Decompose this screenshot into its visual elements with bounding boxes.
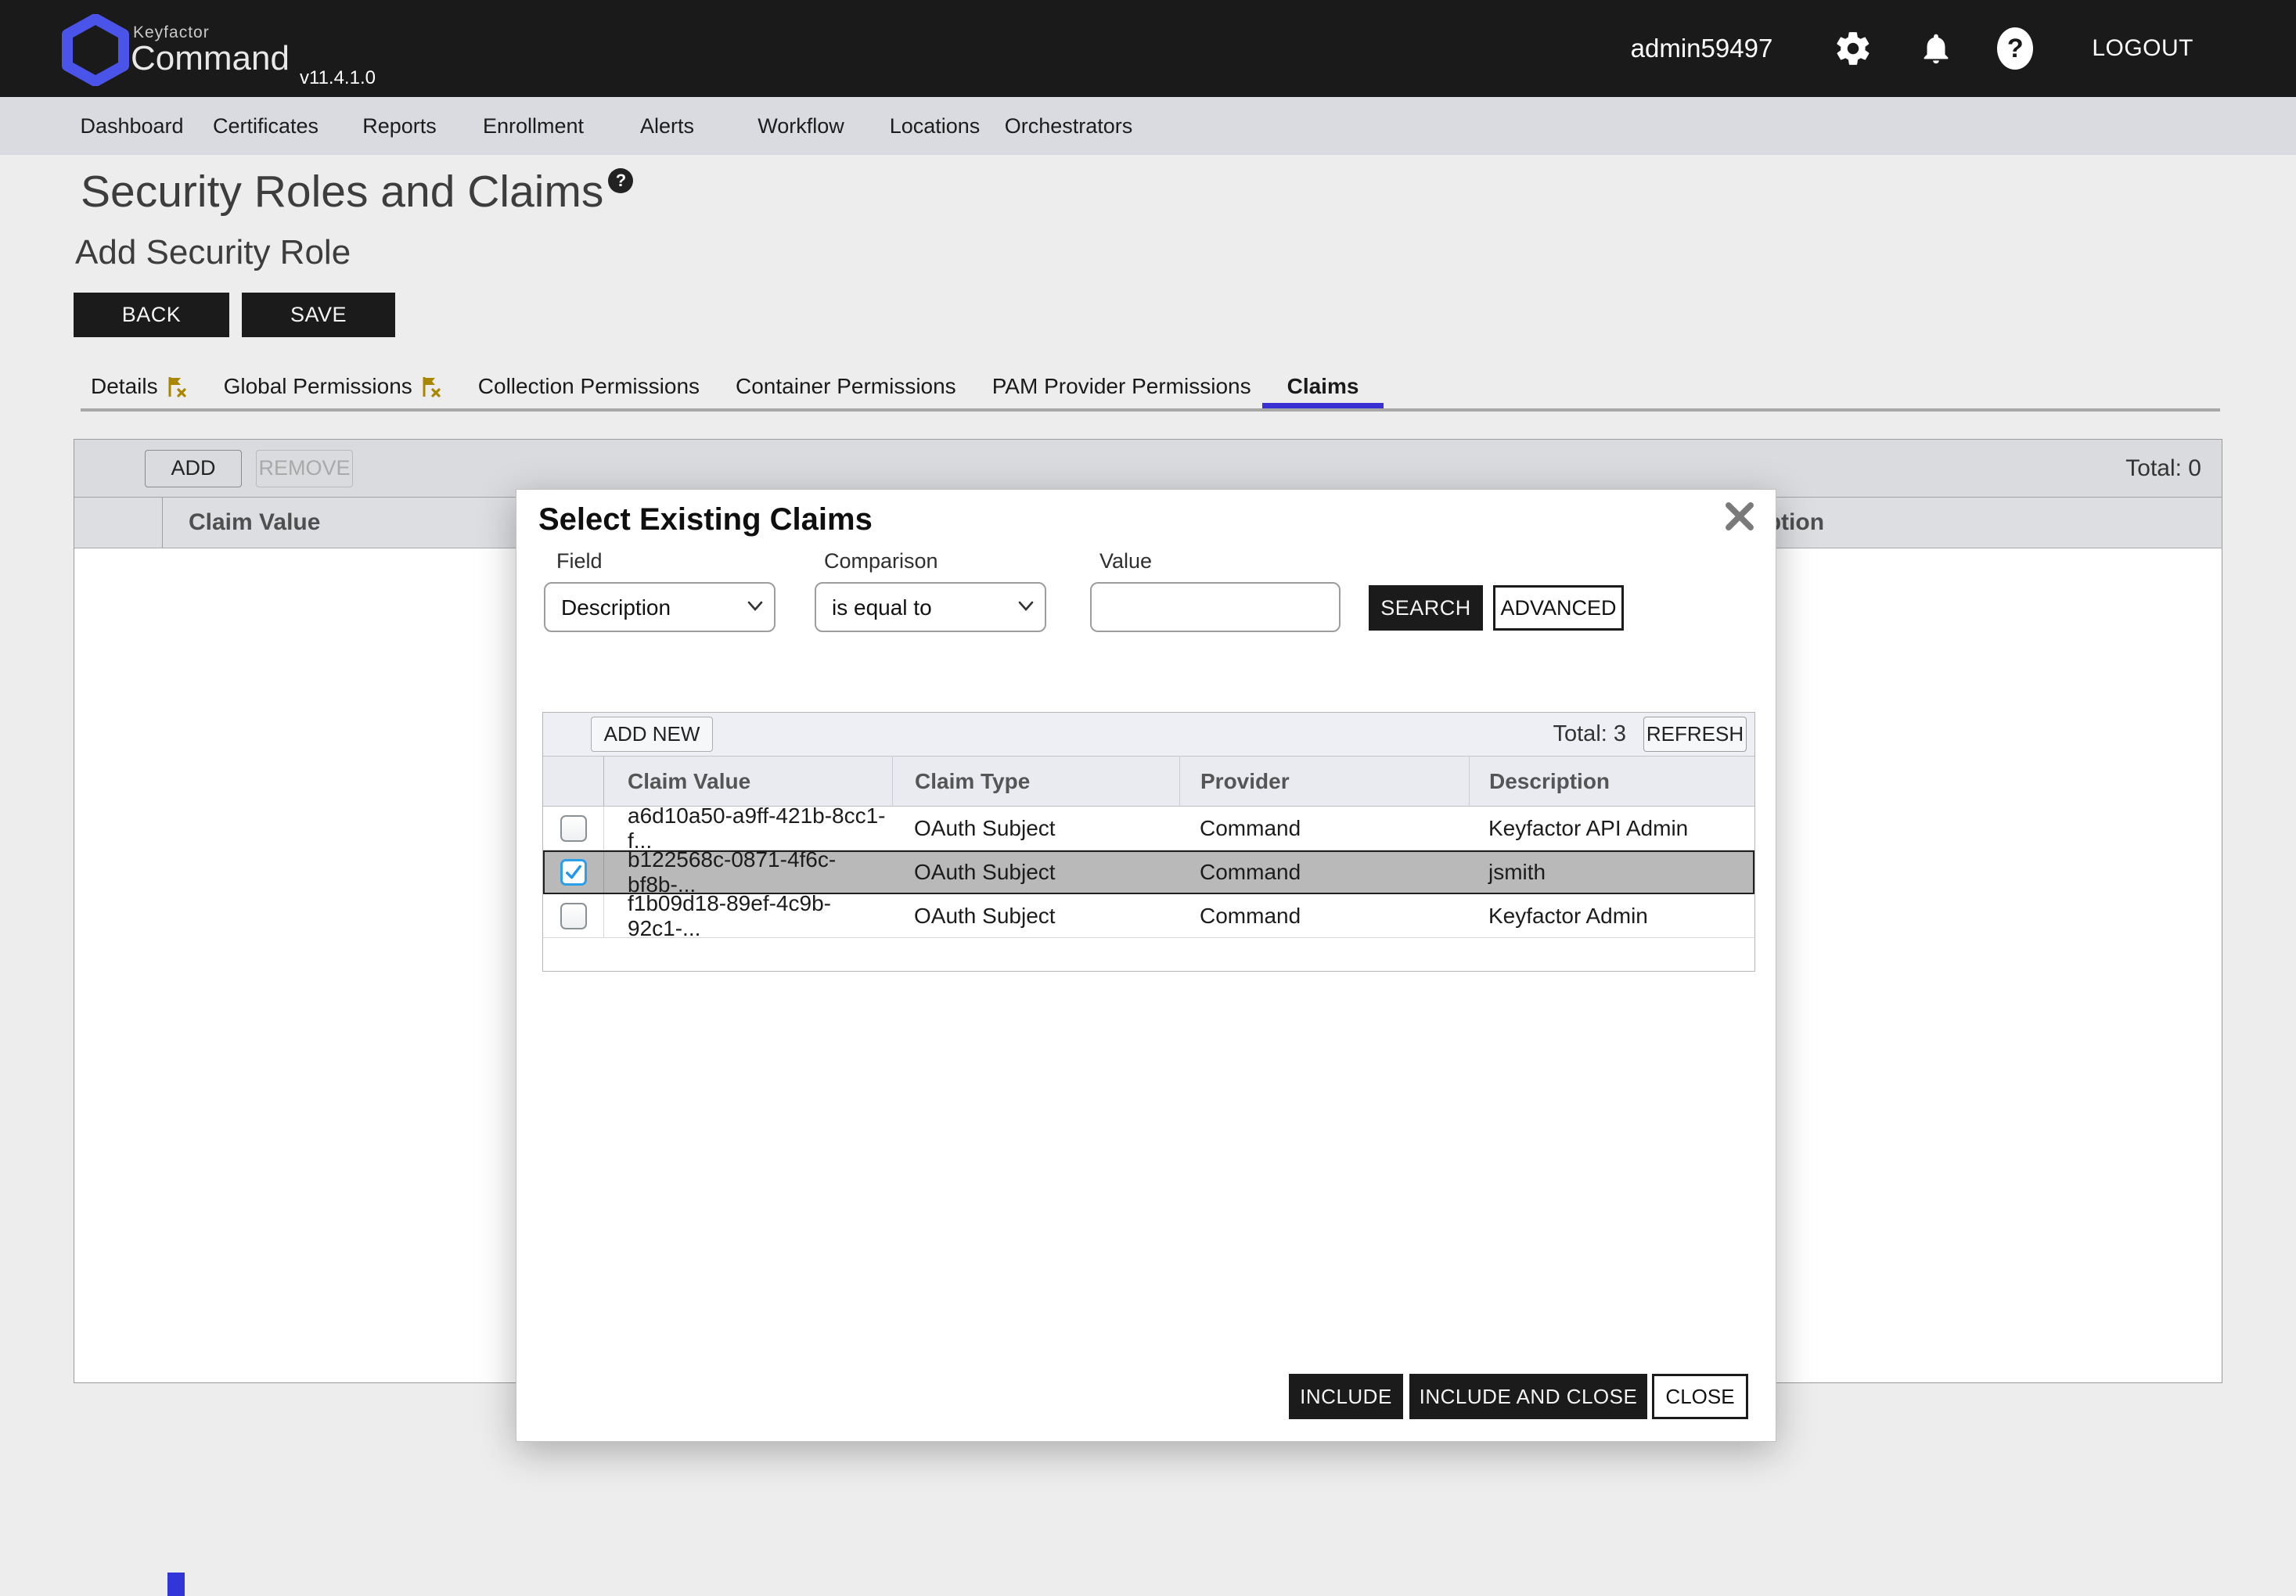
cell-claim-value: f1b09d18-89ef-4c9b-92c1-...: [604, 894, 892, 937]
keyfactor-logo-icon: [61, 14, 130, 86]
existing-claims-table: ADD NEW Total: 3 REFRESH Claim Value Cla…: [542, 712, 1755, 972]
role-tabs: Details Global Permissions Collection Pe…: [91, 365, 1359, 408]
remove-claim-button: REMOVE: [256, 450, 353, 487]
row-checkbox[interactable]: [560, 903, 587, 929]
search-button[interactable]: SEARCH: [1369, 585, 1483, 631]
cell-claim-value: a6d10a50-a9ff-421b-8cc1-f...: [604, 807, 892, 850]
tab-pam-provider-permissions[interactable]: PAM Provider Permissions: [992, 374, 1251, 399]
notifications-bell-icon[interactable]: [1918, 29, 1954, 68]
nav-item-reports[interactable]: Reports: [333, 114, 466, 138]
tab-collection-permissions[interactable]: Collection Permissions: [478, 374, 700, 399]
col-claim-type[interactable]: Claim Type: [892, 757, 1179, 806]
help-icon[interactable]: ?: [1995, 26, 2035, 71]
back-button[interactable]: BACK: [74, 293, 229, 337]
main-nav: Dashboard Certificates Reports Enrollmen…: [0, 97, 2296, 155]
cell-description: Keyfactor Admin: [1469, 894, 1754, 937]
select-existing-claims-modal: Select Existing Claims Field Comparison …: [516, 489, 1776, 1442]
refresh-button[interactable]: REFRESH: [1643, 717, 1747, 752]
nav-item-certificates[interactable]: Certificates: [199, 114, 333, 138]
advanced-button[interactable]: ADVANCED: [1493, 585, 1624, 631]
existing-claims-header: Claim Value Claim Type Provider Descript…: [543, 757, 1754, 807]
bottom-left-blue-mark: [167, 1573, 185, 1596]
page-subtitle: Add Security Role: [75, 233, 351, 272]
help-glyph: ?: [2007, 34, 2024, 64]
save-button[interactable]: SAVE: [242, 293, 395, 337]
cell-provider: Command: [1179, 807, 1469, 850]
cell-claim-value: b122568c-0871-4f6c-bf8b-...: [604, 850, 892, 893]
tab-claims[interactable]: Claims: [1287, 374, 1359, 399]
nav-item-orchestrators[interactable]: Orchestrators: [1002, 114, 1135, 138]
modal-title: Select Existing Claims: [538, 502, 873, 537]
cell-claim-type: OAuth Subject: [892, 894, 1179, 937]
existing-claims-total: Total: 3: [1553, 721, 1627, 747]
table-row[interactable]: f1b09d18-89ef-4c9b-92c1-... OAuth Subjec…: [543, 894, 1754, 938]
tab-divider: [81, 408, 2220, 412]
logout-button[interactable]: LOGOUT: [2092, 35, 2193, 62]
include-button[interactable]: INCLUDE: [1289, 1374, 1403, 1419]
row-checkbox[interactable]: [560, 859, 587, 886]
comparison-select[interactable]: is equal to: [815, 582, 1046, 632]
cell-description: Keyfactor API Admin: [1469, 807, 1754, 850]
nav-item-workflow[interactable]: Workflow: [734, 114, 868, 138]
claims-checkbox-column: [74, 498, 163, 548]
nav-item-locations[interactable]: Locations: [868, 114, 1002, 138]
settings-gear-icon[interactable]: [1834, 29, 1873, 68]
tab-details[interactable]: Details: [91, 374, 188, 399]
add-new-button[interactable]: ADD NEW: [591, 717, 713, 752]
validation-flag-icon: [164, 375, 188, 398]
field-select[interactable]: Description: [544, 582, 776, 632]
cell-claim-type: OAuth Subject: [892, 807, 1179, 850]
row-checkbox[interactable]: [560, 815, 587, 842]
claims-col-claim-value[interactable]: Claim Value: [163, 509, 320, 536]
add-claim-button[interactable]: ADD: [145, 450, 242, 487]
app-version: v11.4.1.0: [300, 67, 376, 89]
value-label: Value: [1099, 549, 1152, 573]
cell-provider: Command: [1179, 894, 1469, 937]
username: admin59497: [1631, 34, 1773, 63]
cell-provider: Command: [1179, 850, 1469, 893]
close-button[interactable]: CLOSE: [1652, 1374, 1748, 1419]
table-row[interactable]: a6d10a50-a9ff-421b-8cc1-f... OAuth Subje…: [543, 807, 1754, 850]
table-row[interactable]: b122568c-0871-4f6c-bf8b-... OAuth Subjec…: [543, 850, 1754, 894]
field-label: Field: [556, 549, 603, 573]
page-title: Security Roles and Claims?: [81, 166, 633, 217]
col-description[interactable]: Description: [1469, 757, 1754, 806]
close-icon[interactable]: [1724, 501, 1755, 532]
topbar: Keyfactor Command v11.4.1.0 admin59497 ?…: [0, 0, 2296, 97]
nav-item-enrollment[interactable]: Enrollment: [466, 114, 600, 138]
claims-total-count: Total: 0: [2125, 455, 2201, 482]
nav-item-alerts[interactable]: Alerts: [600, 114, 734, 138]
include-and-close-button[interactable]: INCLUDE AND CLOSE: [1409, 1374, 1647, 1419]
nav-item-dashboard[interactable]: Dashboard: [65, 114, 199, 138]
col-provider[interactable]: Provider: [1179, 757, 1469, 806]
table-footer-strip: [543, 938, 1754, 971]
brand-command: Command: [131, 39, 290, 78]
col-claim-value[interactable]: Claim Value: [604, 757, 892, 806]
tab-global-permissions[interactable]: Global Permissions: [224, 374, 442, 399]
validation-flag-icon: [419, 375, 442, 398]
cell-claim-type: OAuth Subject: [892, 850, 1179, 893]
comparison-label: Comparison: [824, 549, 938, 573]
page-help-icon[interactable]: ?: [608, 168, 633, 193]
existing-claims-toolbar: ADD NEW Total: 3 REFRESH: [543, 713, 1754, 757]
tab-container-permissions[interactable]: Container Permissions: [736, 374, 956, 399]
value-input[interactable]: [1090, 582, 1341, 632]
header-checkbox-column: [543, 757, 604, 806]
cell-description: jsmith: [1469, 850, 1754, 893]
